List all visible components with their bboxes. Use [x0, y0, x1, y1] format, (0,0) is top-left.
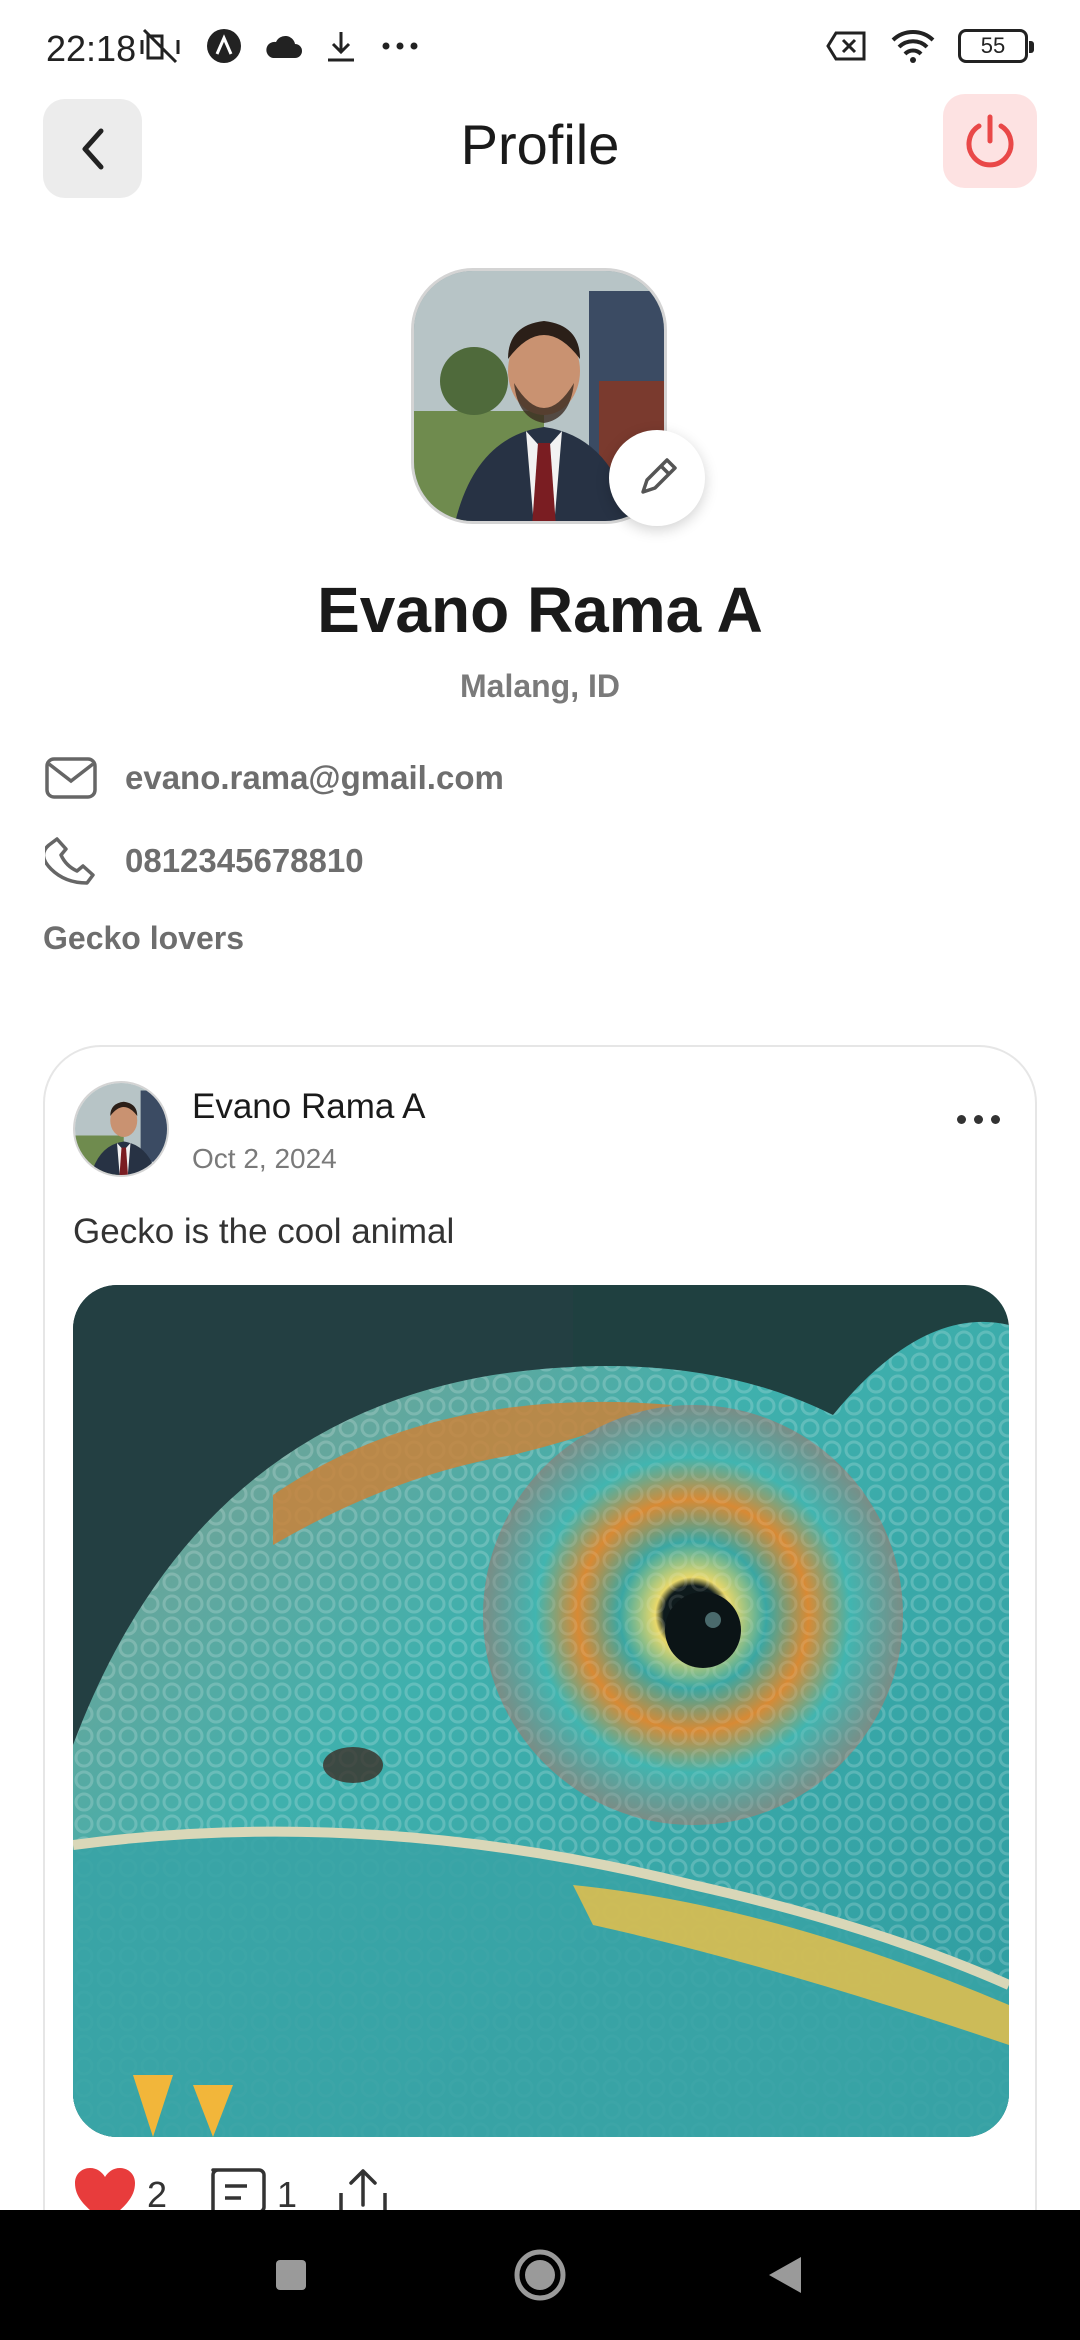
profile-avatar-wrapper [411, 268, 705, 526]
page-title: Profile [460, 113, 620, 176]
status-right-icons: 55 [826, 28, 1034, 64]
system-back-button[interactable] [750, 2245, 820, 2305]
battery-icon: 55 [958, 29, 1034, 63]
recents-button[interactable] [256, 2245, 326, 2305]
home-button[interactable] [505, 2240, 575, 2310]
post-date: Oct 2, 2024 [192, 1143, 337, 1174]
phone-text: 0812345678810 [125, 842, 364, 879]
more-dot-icon [973, 1114, 983, 1124]
email-text: evano.rama@gmail.com [125, 759, 504, 796]
post-author-name[interactable]: Evano Rama A [192, 1087, 425, 1127]
system-nav-bar [0, 2210, 1080, 2340]
square-icon [276, 2260, 306, 2290]
phone-row[interactable]: 0812345678810 [43, 833, 364, 889]
post-caption: Gecko is the cool animal [73, 1212, 455, 1251]
post-more-button[interactable] [945, 1099, 1011, 1139]
sim-off-icon [826, 31, 866, 61]
post-author-photo [75, 1083, 167, 1175]
status-bar: 22:18 55 [0, 0, 1080, 96]
more-dots-icon [382, 42, 418, 50]
triangle-back-icon [769, 2257, 801, 2293]
post-card: Evano Rama A Oct 2, 2024 Gecko is the co… [43, 1045, 1037, 2305]
cloud-icon [266, 35, 302, 58]
muted-vibrate-icon [140, 28, 180, 64]
post-author-avatar[interactable] [73, 1081, 169, 1177]
profile-location: Malang, ID [459, 668, 620, 704]
more-dot-icon [956, 1114, 966, 1124]
email-row[interactable]: evano.rama@gmail.com [43, 750, 504, 806]
pencil-icon [641, 458, 677, 494]
chameleon-photo [73, 1285, 1009, 2137]
post-image[interactable] [73, 1285, 1009, 2137]
edit-avatar-button[interactable] [609, 430, 705, 526]
a-app-icon [207, 29, 241, 63]
circle-icon [514, 2249, 566, 2301]
download-icon [328, 32, 354, 62]
phone-icon [43, 833, 99, 889]
battery-level: 55 [980, 33, 1006, 58]
mail-icon [43, 750, 99, 806]
status-time: 22:18 [46, 28, 137, 69]
status-left-icons [138, 26, 420, 66]
more-dot-icon [990, 1114, 1000, 1124]
logout-button[interactable] [943, 94, 1037, 188]
wifi-icon [891, 30, 935, 63]
profile-name: Evano Rama A [317, 574, 763, 646]
power-icon [966, 114, 1014, 168]
profile-bio: Gecko lovers [43, 920, 244, 956]
